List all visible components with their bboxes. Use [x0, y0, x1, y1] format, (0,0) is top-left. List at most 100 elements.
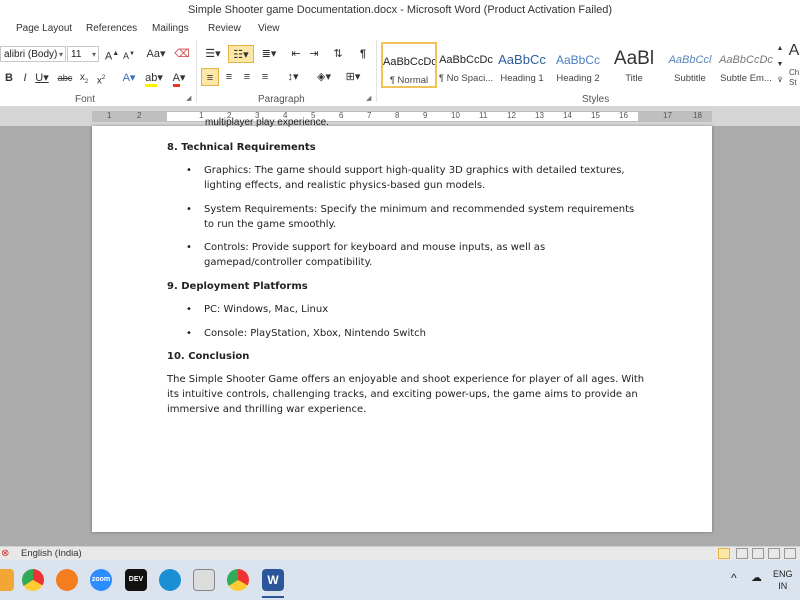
text-effects-icon[interactable]: A▾: [118, 69, 140, 87]
firefox-icon[interactable]: [56, 569, 78, 591]
borders-icon[interactable]: ⊞▾: [342, 68, 364, 86]
ruler-number: 1: [107, 111, 112, 120]
change-styles-icon[interactable]: A: [788, 40, 800, 62]
style-title[interactable]: AaBl Title: [606, 42, 662, 88]
ruler-number: 16: [619, 111, 628, 120]
style-subtle-emphasis[interactable]: AaBbCcDc Subtle Em...: [718, 42, 774, 88]
decrease-indent-icon[interactable]: ⇤: [287, 45, 305, 63]
edge-icon[interactable]: [159, 569, 181, 591]
tab-view[interactable]: View: [258, 23, 280, 34]
bullet-icon: •: [186, 242, 192, 253]
font-name-combo[interactable]: alibri (Body) ▾: [0, 46, 66, 62]
group-divider: [376, 40, 377, 102]
styles-more-icon[interactable]: ⊽: [775, 74, 785, 88]
ruler-number: 15: [591, 111, 600, 120]
chrome-profile-icon[interactable]: [227, 569, 249, 591]
underline-button[interactable]: U▾: [33, 69, 51, 87]
ruler-number: 14: [563, 111, 572, 120]
ruler-number: 10: [451, 111, 460, 120]
align-center-button[interactable]: ≡: [220, 68, 238, 86]
styles-scroll-up-icon[interactable]: ▲: [775, 42, 785, 56]
paragraph-group-label: Paragraph: [258, 94, 305, 105]
language-indicator[interactable]: English (India): [21, 547, 82, 561]
tab-page-layout[interactable]: Page Layout: [16, 23, 72, 34]
bullet-icon: •: [186, 328, 192, 339]
chrome-icon[interactable]: [22, 569, 44, 591]
tab-mailings[interactable]: Mailings: [152, 23, 189, 34]
ruler-number: 17: [663, 111, 672, 120]
shrink-font-icon[interactable]: A▼: [120, 45, 138, 63]
italic-button[interactable]: I: [16, 69, 34, 87]
list-item: • Graphics: The game should support high…: [186, 165, 625, 191]
ruler-number: 12: [507, 111, 516, 120]
font-size-combo[interactable]: 11 ▾: [67, 46, 99, 62]
align-left-button[interactable]: ≡: [201, 68, 219, 86]
show-formatting-marks-icon[interactable]: ¶: [354, 45, 372, 63]
clear-formatting-icon[interactable]: ⌫: [173, 45, 191, 63]
list-item: • PC: Windows, Mac, Linux: [186, 304, 329, 315]
strikethrough-button[interactable]: abc: [56, 69, 74, 87]
grow-font-icon[interactable]: A▲: [103, 45, 121, 63]
proofing-icon[interactable]: ⊗: [1, 547, 9, 561]
unity-icon[interactable]: [193, 569, 215, 591]
clipped-text-line: multiplayer play experience.: [205, 117, 329, 128]
taskbar: zoom DEV W ^ ☁ ENG IN: [0, 560, 800, 600]
styles-group-label: Styles: [582, 94, 610, 105]
multilevel-list-icon[interactable]: ≣▾: [258, 45, 280, 63]
section-heading: 8. Technical Requirements: [167, 142, 316, 153]
change-styles-label[interactable]: Ch St: [789, 68, 800, 88]
style-heading-2[interactable]: AaBbCc Heading 2: [550, 42, 606, 88]
subscript-button[interactable]: x2: [75, 69, 93, 87]
ruler-number: 11: [479, 111, 488, 120]
explorer-icon[interactable]: [0, 569, 14, 591]
ribbon: alibri (Body) ▾ 11 ▾ A▲ A▼ Aa▾ ⌫ B I U▾ …: [0, 38, 800, 107]
font-color-icon[interactable]: A▾: [168, 69, 190, 87]
dev-app-icon[interactable]: DEV: [125, 569, 147, 591]
status-bar: ⊗ English (India): [0, 546, 800, 561]
style-no-spacing[interactable]: AaBbCcDc ¶ No Spaci...: [438, 42, 494, 88]
superscript-button[interactable]: x2: [92, 69, 110, 87]
sort-icon[interactable]: ⇅: [329, 45, 347, 63]
shading-icon[interactable]: ◈▾: [313, 68, 335, 86]
line-spacing-icon[interactable]: ↕▾: [282, 68, 304, 86]
full-screen-reading-icon[interactable]: [736, 548, 748, 559]
change-case-icon[interactable]: Aa▾: [146, 45, 166, 63]
network-icon[interactable]: ☁: [751, 572, 762, 584]
highlight-icon[interactable]: ab▾: [143, 69, 165, 87]
font-dialog-launcher-icon[interactable]: ◢: [186, 95, 194, 103]
justify-button[interactable]: ≡: [256, 68, 274, 86]
style-subtitle[interactable]: AaBbCcl Subtitle: [662, 42, 718, 88]
document-page[interactable]: multiplayer play experience. 8. Technica…: [92, 117, 712, 532]
style-normal[interactable]: AaBbCcDc ¶ Normal: [381, 42, 437, 88]
tab-review[interactable]: Review: [208, 23, 241, 34]
section-heading: 9. Deployment Platforms: [167, 281, 308, 292]
zoom-icon[interactable]: zoom: [90, 569, 112, 591]
input-language-top: ENG: [773, 569, 793, 579]
list-item: • Console: PlayStation, Xbox, Nintendo S…: [186, 328, 427, 339]
paragraph-dialog-launcher-icon[interactable]: ◢: [366, 95, 374, 103]
active-app-indicator: [262, 596, 284, 598]
font-group-label: Font: [75, 94, 96, 105]
ruler-number: 18: [693, 111, 702, 120]
tab-references[interactable]: References: [86, 23, 137, 34]
title-bar: Simple Shooter game Documentation.docx -…: [0, 0, 800, 22]
chevron-up-icon[interactable]: ^: [731, 572, 737, 584]
web-layout-icon[interactable]: [752, 548, 764, 559]
style-heading-1[interactable]: AaBbCc Heading 1: [494, 42, 550, 88]
group-divider: [196, 40, 197, 102]
input-language-bottom: IN: [778, 581, 788, 591]
input-language-indicator[interactable]: ENG IN: [773, 568, 793, 592]
styles-scroll-down-icon[interactable]: ▼: [775, 58, 785, 72]
window-title: Simple Shooter game Documentation.docx -…: [187, 4, 613, 16]
ruler-number: 2: [137, 111, 142, 120]
word-taskbar-icon[interactable]: W: [262, 569, 284, 591]
ruler-left-margin: [93, 112, 167, 121]
increase-indent-icon[interactable]: ⇥: [305, 45, 323, 63]
bullets-icon[interactable]: ☰▾: [202, 45, 224, 63]
numbering-icon[interactable]: ☷▾: [228, 45, 254, 63]
align-right-button[interactable]: ≡: [238, 68, 256, 86]
bullet-icon: •: [186, 304, 192, 315]
draft-view-icon[interactable]: [784, 548, 796, 559]
print-layout-icon[interactable]: [718, 548, 730, 559]
outline-view-icon[interactable]: [768, 548, 780, 559]
